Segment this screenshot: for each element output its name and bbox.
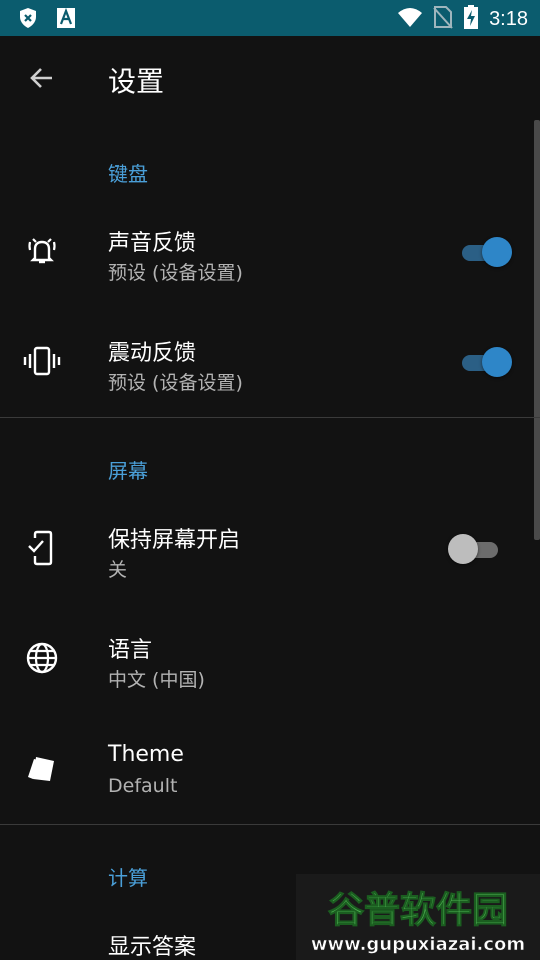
section-header-screen: 屏幕	[108, 459, 148, 483]
setting-subtitle: 关	[108, 559, 128, 581]
shield-x-icon	[18, 7, 38, 33]
vibration-feedback-toggle[interactable]	[458, 345, 512, 379]
setting-subtitle: 预设 (设备设置)	[108, 262, 243, 284]
setting-subtitle: 中文 (中国)	[108, 669, 205, 691]
page-title: 设置	[108, 65, 165, 98]
setting-title: 震动反馈	[108, 341, 197, 366]
section-divider	[0, 824, 540, 825]
setting-keep-screen-on[interactable]: 保持屏幕开启 关	[0, 495, 540, 601]
back-button[interactable]	[22, 60, 62, 100]
watermark-url: www.gupuxiazai.com	[311, 934, 525, 955]
setting-subtitle: Default	[108, 775, 178, 797]
keep-screen-on-toggle[interactable]	[448, 532, 502, 566]
setting-vibration-feedback[interactable]: 震动反馈 预设 (设备设置)	[0, 308, 540, 414]
globe-icon	[22, 638, 62, 678]
a-box-icon	[56, 7, 76, 33]
no-sim-icon	[433, 5, 453, 33]
setting-title: Theme	[108, 742, 184, 767]
vibrate-icon	[22, 341, 62, 381]
setting-title: 显示答案	[108, 935, 197, 960]
setting-title: 声音反馈	[108, 231, 197, 256]
wifi-icon	[397, 6, 423, 32]
setting-sound-feedback[interactable]: 声音反馈 预设 (设备设置)	[0, 198, 540, 304]
section-header-keyboard: 键盘	[108, 162, 148, 186]
palette-cards-icon	[22, 748, 62, 788]
setting-title: 语言	[108, 638, 153, 663]
phone-check-icon	[22, 528, 62, 568]
bell-ring-icon	[22, 231, 62, 271]
setting-subtitle: 预设 (设备设置)	[108, 372, 243, 394]
section-header-calc: 计算	[108, 866, 148, 890]
arrow-left-icon	[28, 64, 56, 96]
section-divider	[0, 417, 540, 418]
app-bar: 设置	[0, 36, 540, 122]
battery-charging-icon	[463, 5, 479, 33]
status-bar: 3:18	[0, 0, 540, 36]
watermark: 谷普软件园 www.gupuxiazai.com	[296, 874, 540, 960]
status-time: 3:18	[489, 7, 528, 30]
setting-theme[interactable]: Theme Default	[0, 715, 540, 821]
setting-language[interactable]: 语言 中文 (中国)	[0, 605, 540, 711]
sound-feedback-toggle[interactable]	[458, 235, 512, 269]
setting-title: 保持屏幕开启	[108, 528, 241, 553]
watermark-title: 谷普软件园	[328, 890, 508, 931]
